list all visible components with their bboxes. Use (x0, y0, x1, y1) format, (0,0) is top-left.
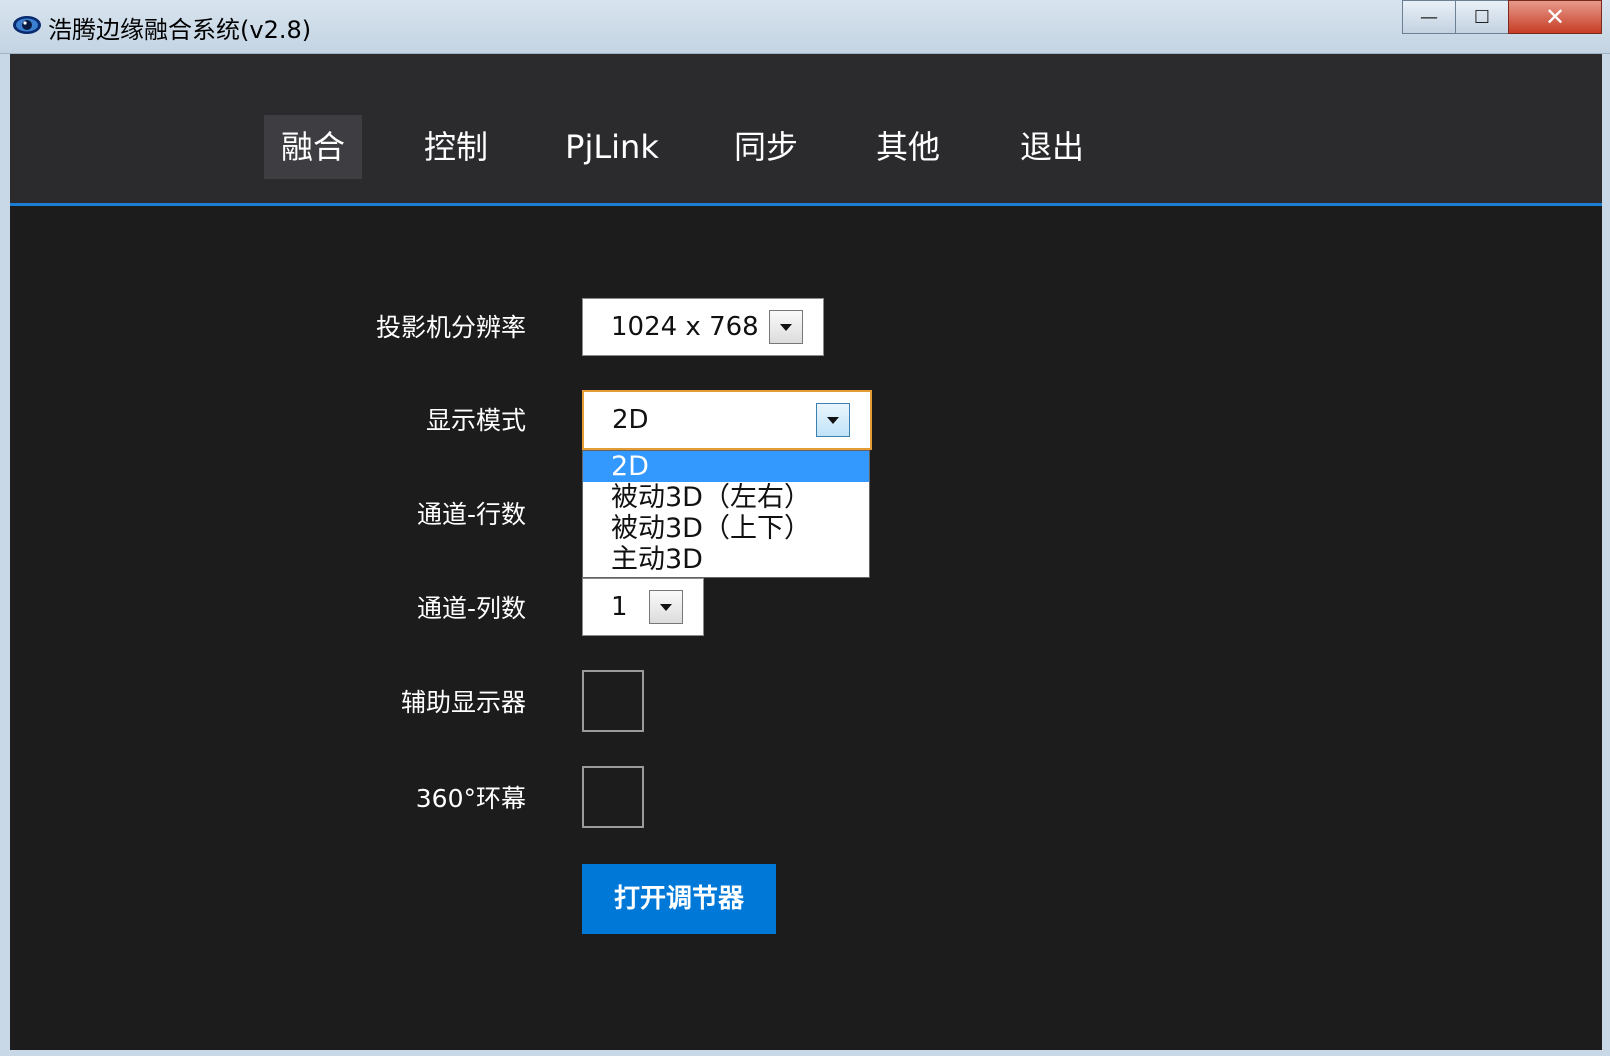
maximize-button[interactable]: ☐ (1455, 0, 1509, 34)
tab-pjlink[interactable]: PjLink (552, 115, 672, 179)
cols-value: 1 (611, 592, 628, 622)
resolution-label: 投影机分辨率 (375, 313, 526, 342)
resolution-select[interactable]: 1024 x 768 (582, 298, 824, 356)
tab-fusion[interactable]: 融合 (264, 115, 362, 179)
window-controls: — ☐ ✕ (1402, 0, 1602, 34)
ring-360-checkbox[interactable] (582, 766, 644, 828)
dropdown-option-passive-3d-tb[interactable]: 被动3D（上下） (583, 513, 869, 544)
dropdown-option-active-3d[interactable]: 主动3D (583, 544, 869, 575)
close-button[interactable]: ✕ (1508, 0, 1602, 34)
display-mode-label: 显示模式 (425, 406, 526, 435)
minimize-button[interactable]: — (1402, 0, 1456, 34)
tab-control[interactable]: 控制 (410, 115, 502, 179)
window-title: 浩腾边缘融合系统(v2.8) (48, 16, 312, 44)
tab-sync[interactable]: 同步 (720, 115, 812, 179)
aux-display-checkbox[interactable] (582, 670, 644, 732)
dropdown-option-2d[interactable]: 2D (583, 451, 869, 482)
app-window: 融合 控制 PjLink 同步 其他 退出 投影机分辨率 1024 x 768 … (10, 54, 1602, 1050)
display-mode-dropdown: 2D 被动3D（左右） 被动3D（上下） 主动3D (582, 450, 870, 578)
cols-label: 通道-列数 (416, 594, 526, 623)
display-mode-select[interactable]: 2D (582, 390, 872, 450)
tab-other[interactable]: 其他 (862, 115, 954, 179)
open-adjuster-button[interactable]: 打开调节器 (582, 864, 776, 934)
window-titlebar: 浩腾边缘融合系统(v2.8) — ☐ ✕ (0, 0, 1610, 54)
ring-360-label: 360°环幕 (415, 784, 526, 813)
chevron-down-icon[interactable] (649, 590, 683, 624)
dropdown-option-passive-3d-lr[interactable]: 被动3D（左右） (583, 482, 869, 513)
chevron-down-icon[interactable] (769, 310, 803, 344)
eye-app-icon (13, 16, 41, 34)
rows-label: 通道-行数 (416, 500, 526, 529)
display-mode-value: 2D (612, 405, 649, 435)
chevron-down-icon[interactable] (816, 403, 850, 437)
resolution-value: 1024 x 768 (611, 312, 759, 342)
cols-select[interactable]: 1 (582, 578, 704, 636)
aux-display-label: 辅助显示器 (400, 688, 526, 717)
top-nav: 融合 控制 PjLink 同步 其他 退出 (10, 54, 1602, 206)
tab-exit[interactable]: 退出 (1006, 115, 1098, 179)
